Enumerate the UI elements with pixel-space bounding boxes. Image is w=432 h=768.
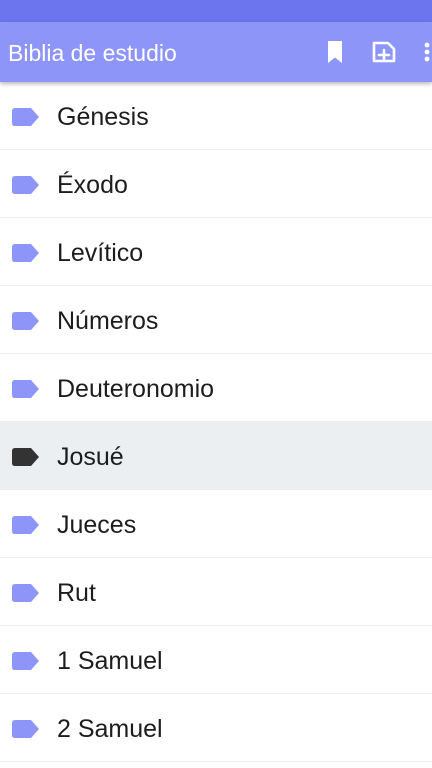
- app-bar: Biblia de estudio: [0, 22, 432, 82]
- book-list-item[interactable]: Éxodo: [0, 150, 432, 218]
- more-options-button[interactable]: [418, 40, 432, 64]
- status-bar: [0, 0, 432, 22]
- book-list: Génesis Éxodo Levítico Números Deuteronomio J…: [0, 82, 432, 768]
- book-list-item[interactable]: Levítico: [0, 218, 432, 286]
- book-list-item[interactable]: Deuteronomio: [0, 354, 432, 422]
- add-document-button[interactable]: [370, 40, 398, 64]
- label-tag-icon: [12, 448, 39, 466]
- book-name: Levítico: [57, 239, 144, 267]
- book-name: Génesis: [57, 103, 149, 131]
- add-document-icon: [372, 41, 396, 63]
- label-tag-icon: [12, 312, 39, 330]
- label-tag-icon: [12, 516, 39, 534]
- bookmark-button[interactable]: [323, 40, 347, 64]
- book-list-item[interactable]: Jueces: [0, 490, 432, 558]
- book-name: Rut: [57, 579, 96, 607]
- book-name: Éxodo: [57, 171, 128, 199]
- book-name: Deuteronomio: [57, 375, 215, 403]
- book-list-item[interactable]: Génesis: [0, 82, 432, 150]
- book-list-item[interactable]: 2 Samuel: [0, 694, 432, 762]
- book-list-item[interactable]: Rut: [0, 558, 432, 626]
- book-list-item[interactable]: 1 Samuel: [0, 626, 432, 694]
- label-tag-icon: [12, 380, 39, 398]
- label-tag-icon: [12, 652, 39, 670]
- book-list-item[interactable]: Números: [0, 286, 432, 354]
- book-name: Josué: [57, 443, 124, 471]
- book-name: 1 Samuel: [57, 647, 163, 675]
- book-name: Números: [57, 307, 159, 335]
- label-tag-icon: [12, 720, 39, 738]
- app-title: Biblia de estudio: [8, 40, 177, 66]
- label-tag-icon: [12, 176, 39, 194]
- bookmark-icon: [328, 41, 342, 63]
- more-vert-icon: [424, 42, 430, 62]
- book-name: 2 Samuel: [57, 715, 163, 743]
- label-tag-icon: [12, 584, 39, 602]
- label-tag-icon: [12, 244, 39, 262]
- book-name: Jueces: [57, 511, 137, 539]
- book-list-item[interactable]: Josué: [0, 422, 432, 490]
- label-tag-icon: [12, 108, 39, 126]
